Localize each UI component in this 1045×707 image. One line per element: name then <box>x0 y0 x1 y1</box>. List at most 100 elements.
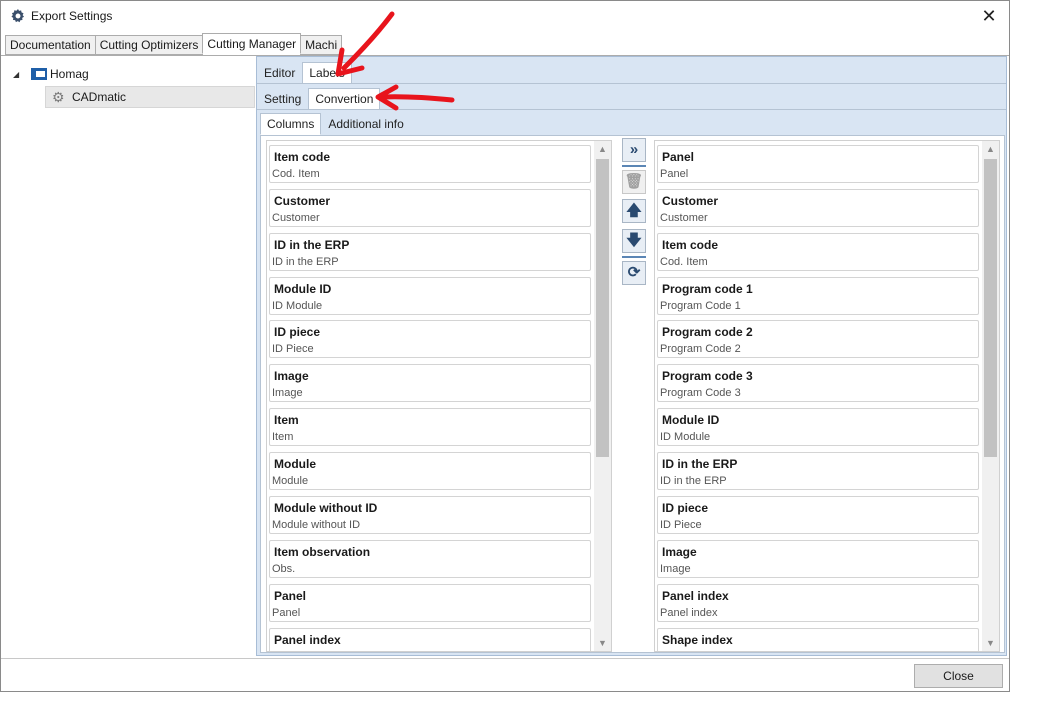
scrollbar[interactable]: ▲ ▼ <box>594 141 611 651</box>
window-title: Export Settings <box>31 9 113 23</box>
chevron-up-icon[interactable]: ▲ <box>594 141 611 157</box>
close-icon[interactable]: ✕ <box>977 5 1001 27</box>
list-item[interactable]: Module Module <box>269 452 591 490</box>
item-title: ID piece <box>662 501 709 515</box>
settings-panel: Editor Labels Setting Convertion Columns… <box>256 56 1007 656</box>
list-item[interactable]: ID in the ERP ID in the ERP <box>657 452 979 490</box>
list-item[interactable]: Module without ID Module without ID <box>269 496 591 534</box>
list-item[interactable]: ID in the ERP ID in the ERP <box>269 233 591 271</box>
item-subtitle: Cod. Item <box>272 168 320 180</box>
tab-cutting-optimizers[interactable]: Cutting Optimizers <box>94 35 204 55</box>
list-item[interactable]: ID piece ID Piece <box>657 496 979 534</box>
list-item[interactable]: Shape index <box>657 628 979 651</box>
tab-documentation[interactable]: Documentation <box>5 35 96 55</box>
columns-panel: Item code Cod. Item Customer Customer ID… <box>260 135 1005 653</box>
list-item[interactable]: Customer Customer <box>269 189 591 227</box>
homag-logo-icon <box>31 68 47 80</box>
selected-columns-list[interactable]: Panel Panel Customer Customer Item code … <box>654 140 1000 652</box>
list-item[interactable]: Module ID ID Module <box>269 277 591 315</box>
divider <box>622 256 646 258</box>
tab-cutting-manager[interactable]: Cutting Manager <box>202 33 302 54</box>
list-item[interactable]: Module ID ID Module <box>657 408 979 446</box>
item-subtitle: Program Code 3 <box>660 387 741 399</box>
expand-triangle-icon[interactable]: ◢ <box>13 70 23 79</box>
tab-machines[interactable]: Machi <box>300 35 343 55</box>
item-title: Program code 2 <box>662 325 753 339</box>
add-all-button[interactable]: » <box>622 138 646 162</box>
item-subtitle: ID Module <box>660 431 711 443</box>
item-subtitle: Panel index <box>660 607 718 619</box>
item-subtitle: ID Module <box>272 300 323 312</box>
item-title: ID in the ERP <box>662 457 738 471</box>
delete-button[interactable]: 🗑 <box>622 170 646 194</box>
list-item[interactable]: Program code 1 Program Code 1 <box>657 277 979 315</box>
tab-columns[interactable]: Columns <box>260 113 322 135</box>
item-title: Item code <box>662 238 719 252</box>
item-subtitle: Module <box>272 475 309 487</box>
gear-icon <box>11 9 25 23</box>
item-title: Image <box>274 369 309 383</box>
move-up-button[interactable]: 🡅 <box>622 199 646 223</box>
list-item[interactable]: Panel index <box>269 628 591 651</box>
item-title: Panel <box>274 589 307 603</box>
divider <box>622 165 646 167</box>
setting-tab-strip: Setting Convertion <box>257 88 381 110</box>
list-item[interactable]: Panel Panel <box>657 145 979 183</box>
editor-tab-strip: Editor Labels <box>257 62 352 84</box>
scrollbar[interactable]: ▲ ▼ <box>982 141 999 651</box>
title-bar: Export Settings ✕ <box>1 1 1009 33</box>
item-title: Panel <box>662 150 695 164</box>
item-subtitle: Image <box>660 563 691 575</box>
item-title: Program code 1 <box>662 282 753 296</box>
list-item[interactable]: Item code Cod. Item <box>657 233 979 271</box>
chevron-up-icon[interactable]: ▲ <box>982 141 999 157</box>
divider <box>257 109 1006 110</box>
item-subtitle: Item <box>272 431 294 443</box>
tab-labels[interactable]: Labels <box>302 62 352 84</box>
list-item[interactable]: Image Image <box>269 364 591 402</box>
chevron-down-icon[interactable]: ▼ <box>594 635 611 651</box>
list-item[interactable]: ID piece ID Piece <box>269 320 591 358</box>
divider <box>257 83 1006 84</box>
reset-button[interactable]: ⟳ <box>622 261 646 285</box>
tree-view: ◢ Homag ⚙ CADmatic <box>1 56 255 659</box>
scroll-thumb[interactable] <box>596 159 609 457</box>
tree-item-cadmatic[interactable]: ⚙ CADmatic <box>45 86 255 108</box>
item-title: Item code <box>274 150 331 164</box>
item-subtitle: Customer <box>660 212 708 224</box>
item-title: Customer <box>662 194 719 208</box>
tab-additional-info[interactable]: Additional info <box>321 113 410 135</box>
list-item[interactable]: Program code 3 Program Code 3 <box>657 364 979 402</box>
item-subtitle: ID in the ERP <box>272 256 339 268</box>
export-settings-window: Export Settings ✕ Documentation Cutting … <box>0 0 1010 692</box>
item-title: Module <box>274 457 316 471</box>
list-item[interactable]: Item code Cod. Item <box>269 145 591 183</box>
list-item[interactable]: Item Item <box>269 408 591 446</box>
item-subtitle: Module without ID <box>272 519 361 531</box>
move-down-button[interactable]: 🡇 <box>622 229 646 253</box>
list-item[interactable]: Image Image <box>657 540 979 578</box>
item-title: Module ID <box>662 413 720 427</box>
scroll-thumb[interactable] <box>984 159 997 457</box>
item-subtitle: Panel <box>660 168 689 180</box>
available-columns-list[interactable]: Item code Cod. Item Customer Customer ID… <box>266 140 612 652</box>
item-title: Program code 3 <box>662 369 753 383</box>
tab-convertion[interactable]: Convertion <box>308 88 381 110</box>
list-item[interactable]: Item observation Obs. <box>269 540 591 578</box>
tab-setting[interactable]: Setting <box>257 88 308 110</box>
tree-item-homag[interactable]: ◢ Homag <box>13 63 89 85</box>
list-item[interactable]: Panel index Panel index <box>657 584 979 622</box>
item-title: Item observation <box>274 545 371 559</box>
close-button[interactable]: Close <box>914 664 1003 688</box>
item-title: Panel index <box>274 633 341 647</box>
top-tab-strip: Documentation Cutting Optimizers Cutting… <box>5 33 343 55</box>
list-item[interactable]: Panel Panel <box>269 584 591 622</box>
list-item[interactable]: Customer Customer <box>657 189 979 227</box>
tab-editor[interactable]: Editor <box>257 62 302 84</box>
footer-bar <box>1 658 1009 691</box>
item-subtitle: ID in the ERP <box>660 475 727 487</box>
list-item[interactable]: Program code 2 Program Code 2 <box>657 320 979 358</box>
item-subtitle: Panel <box>272 607 301 619</box>
chevron-down-icon[interactable]: ▼ <box>982 635 999 651</box>
item-subtitle: Obs. <box>272 563 296 575</box>
